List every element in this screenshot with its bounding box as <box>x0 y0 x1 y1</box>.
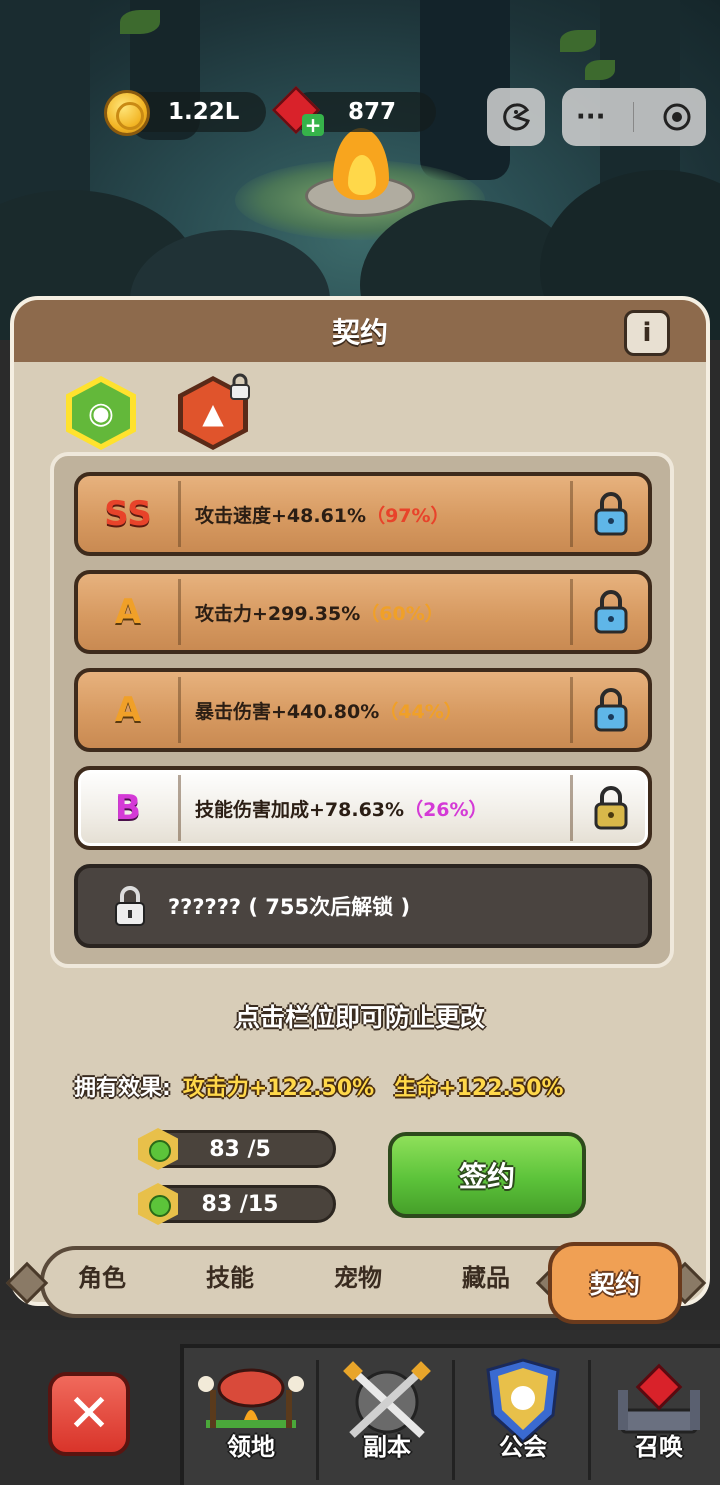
sign-contract-button[interactable]: 签约 <box>388 1132 586 1218</box>
ghost-pet-icon: ◉ <box>72 382 130 444</box>
stat-text: 攻击速度+48.61% <box>195 504 367 527</box>
padlock-open-icon <box>594 786 627 830</box>
grade-badge: A <box>114 592 142 632</box>
nav-guild[interactable]: 公会 <box>458 1350 588 1480</box>
slot-lock-toggle[interactable] <box>570 481 648 547</box>
grade-badge: B <box>115 788 141 828</box>
panel-title: 契约 <box>331 316 388 349</box>
lock-hint: 点击栏位即可防止更改 <box>234 1003 485 1032</box>
locked-contract-slot: ?????? ( 755次后解锁 ) <box>74 864 652 948</box>
slot-stat: 暴击伤害+440.80%（44%） <box>181 697 570 724</box>
cost-multi-value: 83 /15 <box>201 1191 279 1217</box>
info-icon: i <box>642 318 652 348</box>
nav-dungeon[interactable]: 副本 <box>322 1350 452 1480</box>
tab-contract-label: 契约 <box>589 1270 640 1299</box>
padlock-open-icon <box>594 688 627 732</box>
close-button[interactable]: ✕ <box>48 1372 130 1456</box>
stat-text: 暴击伤害+440.80% <box>195 700 380 723</box>
contract-slot-4[interactable]: B 技能伤害加成+78.63%（26%） <box>74 766 652 850</box>
tab-collection[interactable]: 藏品 <box>462 1258 510 1293</box>
padlock-open-icon <box>594 590 627 634</box>
stat-roll-percent: （26%） <box>404 798 488 821</box>
mini-program-capsule: ··· <box>562 88 706 146</box>
stat-text: 技能伤害加成+78.63% <box>195 798 405 821</box>
nav-guild-label: 公会 <box>499 1433 547 1461</box>
add-gems-icon[interactable]: + <box>302 114 324 136</box>
cost-single-value: 83 /5 <box>209 1136 271 1162</box>
tab-contract[interactable]: 契约 <box>548 1242 682 1324</box>
unlock-requirement: ?????? ( 755次后解锁 ) <box>168 895 411 919</box>
padlock-open-icon <box>594 492 627 536</box>
stat-roll-percent: （60%） <box>360 602 444 625</box>
pacman-button[interactable] <box>487 88 545 146</box>
panel-header: 契约 <box>14 300 706 362</box>
padlock-closed-icon <box>115 886 145 926</box>
stat-text: 攻击力+299.35% <box>195 602 361 625</box>
gold-amount: 1.22L <box>168 99 240 125</box>
slot-lock-toggle[interactable] <box>570 677 648 743</box>
nav-territory-label: 领地 <box>227 1433 275 1461</box>
stat-roll-percent: （97%） <box>366 504 450 527</box>
nav-dungeon-label: 副本 <box>363 1433 411 1461</box>
slot-lock-toggle[interactable] <box>570 579 648 645</box>
slot-stat: 技能伤害加成+78.63%（26%） <box>181 795 570 822</box>
padlock-icon <box>230 373 250 400</box>
slot-stat: 攻击力+299.35%（60%） <box>181 599 570 626</box>
sign-label: 签约 <box>458 1160 515 1193</box>
nav-territory[interactable]: 领地 <box>186 1350 316 1480</box>
pacman-icon <box>503 103 530 131</box>
stat-roll-percent: （44%） <box>379 700 463 723</box>
slot-lock-toggle[interactable] <box>570 775 648 841</box>
slot-stat: 攻击速度+48.61%（97%） <box>181 501 570 528</box>
contract-slot-2[interactable]: A 攻击力+299.35%（60%） <box>74 570 652 654</box>
owned-effects: 拥有效果: 攻击力+122.50% 生命+122.50% <box>74 1070 564 1102</box>
tab-pets[interactable]: 宠物 <box>334 1258 382 1293</box>
nav-summon-label: 召唤 <box>635 1433 683 1461</box>
grade-badge: A <box>114 690 142 730</box>
nav-summon[interactable]: 召唤 <box>594 1350 720 1480</box>
tab-skills[interactable]: 技能 <box>206 1258 254 1293</box>
more-options-button[interactable]: ··· <box>576 102 606 132</box>
contract-slot-1[interactable]: SS 攻击速度+48.61%（97%） <box>74 472 652 556</box>
grade-badge: SS <box>104 494 152 534</box>
close-icon: ✕ <box>67 1384 111 1444</box>
forest-background <box>0 0 720 340</box>
contract-slots: SS 攻击速度+48.61%（97%） A 攻击力+299.35%（60%） A… <box>50 452 674 968</box>
info-button[interactable]: i <box>624 310 670 356</box>
contract-slot-3[interactable]: A 暴击伤害+440.80%（44%） <box>74 668 652 752</box>
gold-coin-icon <box>104 90 150 136</box>
effect-hp: 生命+122.50% <box>394 1076 564 1101</box>
contract-panel: 契约 i ◉ ▲ SS 攻击速度+48.61%（97%） A 攻击力+299.3… <box>10 296 710 1306</box>
ghost-pet-tab[interactable]: ◉ <box>66 376 136 450</box>
tab-character[interactable]: 角色 <box>78 1258 126 1293</box>
gem-amount: 877 <box>348 99 397 125</box>
effects-label: 拥有效果: <box>74 1076 171 1101</box>
record-target-icon[interactable] <box>662 102 692 132</box>
effect-attack: 攻击力+122.50% <box>182 1076 375 1101</box>
